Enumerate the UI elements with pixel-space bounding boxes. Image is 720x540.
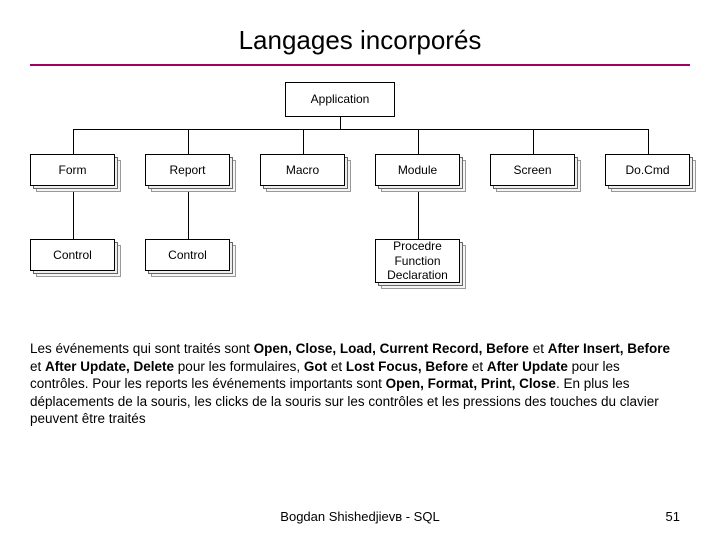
node-macro: Macro — [260, 154, 345, 186]
footer-author: Bogdan Shishedjievв - SQL — [0, 509, 720, 524]
node-screen: Screen — [490, 154, 575, 186]
subnode-0: Control — [30, 239, 115, 271]
node-form: Form — [30, 154, 115, 186]
slide-title: Langages incorporés — [0, 0, 720, 64]
org-chart: Application Form Report Macro Module Screen Do… — [0, 74, 720, 314]
subnode-1: Control — [145, 239, 230, 271]
divider — [30, 64, 690, 66]
node-docmd: Do.Cmd — [605, 154, 690, 186]
node-application: Application — [285, 82, 395, 117]
page-number: 51 — [666, 509, 680, 524]
subnode-3: Procedre Function Declaration — [375, 239, 460, 283]
node-report: Report — [145, 154, 230, 186]
node-module: Module — [375, 154, 460, 186]
description-text: Les événements qui sont traités sont Ope… — [30, 340, 680, 428]
